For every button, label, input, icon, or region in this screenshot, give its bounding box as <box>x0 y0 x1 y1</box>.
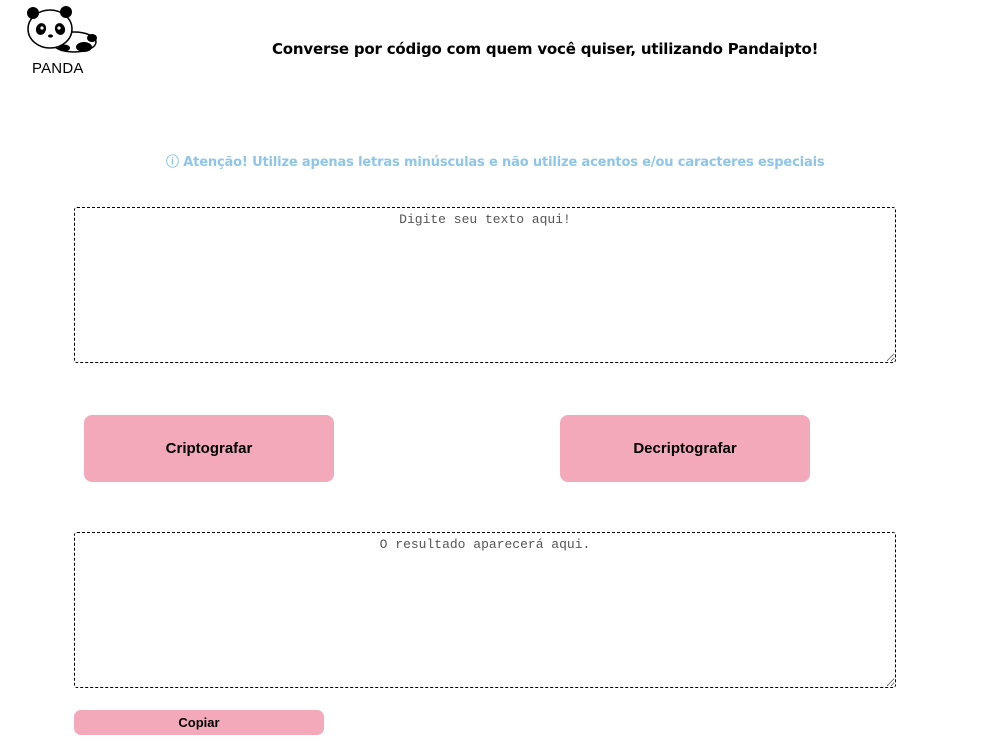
copy-button[interactable]: Copiar <box>74 710 324 735</box>
text-input[interactable] <box>74 207 896 363</box>
encrypt-button[interactable]: Criptografar <box>84 415 334 482</box>
logo: PANDA <box>22 4 102 78</box>
warning-message: ⓘ Atenção! Utilize apenas letras minúscu… <box>166 155 825 170</box>
page: PANDA Converse por código com quem você … <box>0 0 999 749</box>
decrypt-button[interactable]: Decriptografar <box>560 415 810 482</box>
panda-logo-icon <box>27 6 97 53</box>
logo-text: PANDA <box>32 60 84 77</box>
page-tagline: Converse por código com quem você quiser… <box>272 40 819 58</box>
result-output[interactable] <box>74 532 896 688</box>
